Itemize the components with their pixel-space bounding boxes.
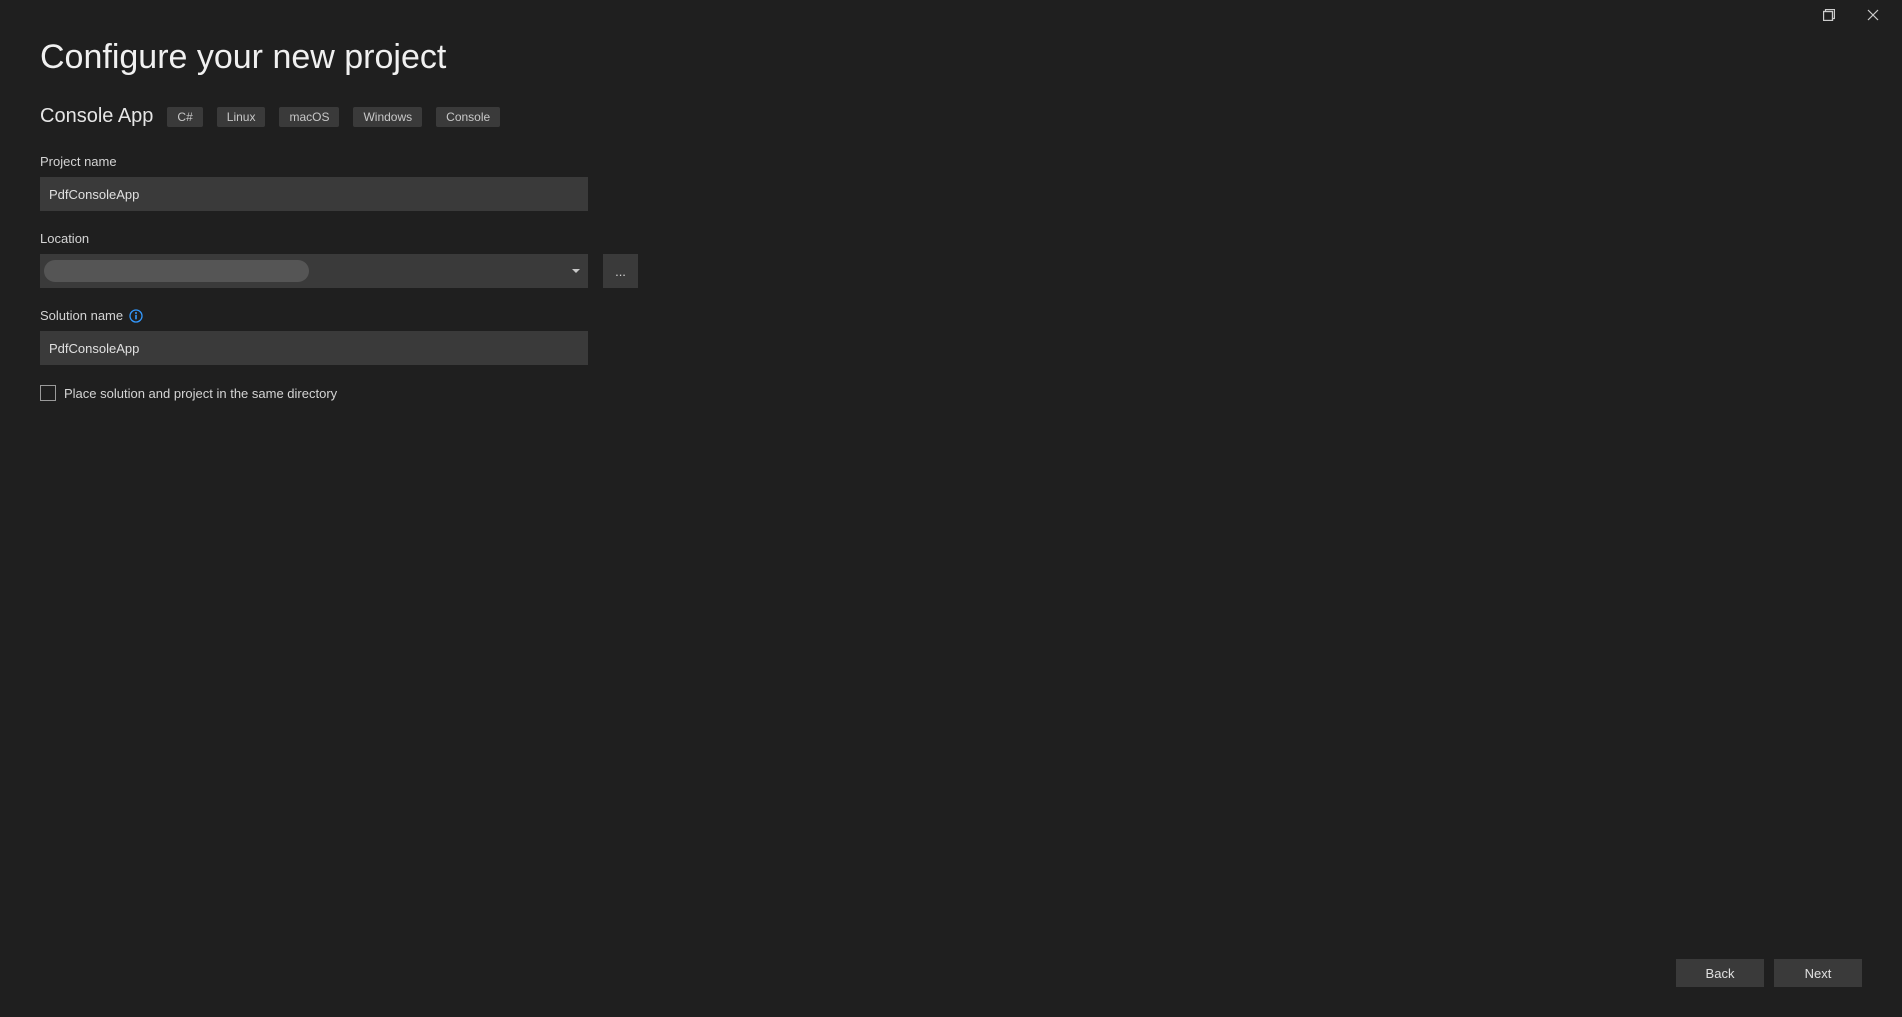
maximize-button[interactable]: [1816, 2, 1842, 28]
main-content: Configure your new project Console App C…: [40, 38, 1862, 927]
template-tag: Linux: [217, 107, 266, 127]
solution-name-input[interactable]: [40, 331, 588, 365]
maximize-icon: [1823, 9, 1835, 21]
solution-name-label: Solution name: [40, 308, 123, 323]
template-tag: C#: [167, 107, 202, 127]
location-combo[interactable]: [40, 254, 588, 288]
project-name-group: Project name: [40, 154, 1862, 211]
solution-name-label-row: Solution name: [40, 308, 1862, 323]
next-button[interactable]: Next: [1774, 959, 1862, 987]
footer-nav: Back Next: [1676, 959, 1862, 987]
template-summary: Console App C# Linux macOS Windows Conso…: [40, 105, 1862, 128]
close-icon: [1867, 9, 1879, 21]
project-name-label: Project name: [40, 154, 1862, 169]
location-label: Location: [40, 231, 1862, 246]
location-group: Location ...: [40, 231, 1862, 288]
template-name: Console App: [40, 105, 153, 128]
solution-name-group: Solution name: [40, 308, 1862, 365]
project-name-input[interactable]: [40, 177, 588, 211]
close-button[interactable]: [1860, 2, 1886, 28]
info-icon[interactable]: [129, 309, 143, 323]
location-input[interactable]: [40, 254, 588, 288]
same-directory-label: Place solution and project in the same d…: [64, 386, 337, 401]
window-titlebar: [1816, 0, 1902, 30]
template-tag: Windows: [353, 107, 422, 127]
template-tag: macOS: [279, 107, 339, 127]
browse-location-button[interactable]: ...: [603, 254, 638, 288]
page-title: Configure your new project: [40, 38, 1862, 77]
template-tag: Console: [436, 107, 500, 127]
same-directory-row: Place solution and project in the same d…: [40, 385, 1862, 401]
same-directory-checkbox[interactable]: [40, 385, 56, 401]
back-button[interactable]: Back: [1676, 959, 1764, 987]
